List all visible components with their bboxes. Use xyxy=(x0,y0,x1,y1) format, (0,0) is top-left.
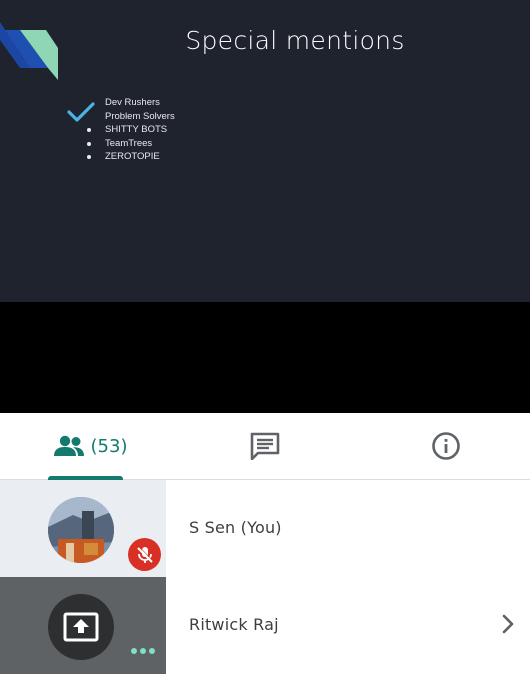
chat-icon xyxy=(250,432,280,460)
tab-info[interactable] xyxy=(414,413,478,479)
presentation-slide: Special mentions Dev Rushers Problem Sol… xyxy=(0,0,530,302)
participant-row[interactable]: Ritwick Raj xyxy=(0,577,530,674)
panel-tabs: (53) xyxy=(0,413,530,480)
avatar xyxy=(48,497,114,563)
bullet xyxy=(87,155,91,159)
bullet xyxy=(87,141,91,146)
mention-item: Problem Solvers xyxy=(105,110,175,122)
participant-tile xyxy=(0,480,166,577)
tab-people[interactable]: (53) xyxy=(30,413,150,479)
participant-tile xyxy=(0,577,166,674)
bullet xyxy=(87,128,91,132)
avatar xyxy=(48,594,114,660)
mention-item: ZEROTOPIE xyxy=(68,150,175,164)
participant-row[interactable]: S Sen (You) xyxy=(0,480,530,577)
people-icon xyxy=(53,435,84,456)
mention-item: Dev Rushers xyxy=(105,97,160,108)
slide-title: Special mentions xyxy=(185,26,405,55)
participants-panel: (53) S Sen (You) Ritwick Raj xyxy=(0,413,530,680)
mention-item: SHITTY BOTS xyxy=(68,123,175,137)
presenting-icon xyxy=(63,612,99,642)
mentions-list: Dev Rushers Problem Solvers SHITTY BOTS … xyxy=(67,96,175,164)
participant-name: Ritwick Raj xyxy=(189,615,279,634)
mic-off-icon xyxy=(128,538,161,571)
video-letterbox xyxy=(0,302,530,413)
info-icon xyxy=(432,432,460,460)
mention-item: TeamTrees xyxy=(68,137,175,151)
tab-chat[interactable] xyxy=(232,413,298,479)
participant-name: S Sen (You) xyxy=(189,518,282,537)
participant-count: (53) xyxy=(90,435,128,457)
chevron-right-icon[interactable] xyxy=(500,613,516,635)
more-options-icon[interactable] xyxy=(131,648,155,654)
